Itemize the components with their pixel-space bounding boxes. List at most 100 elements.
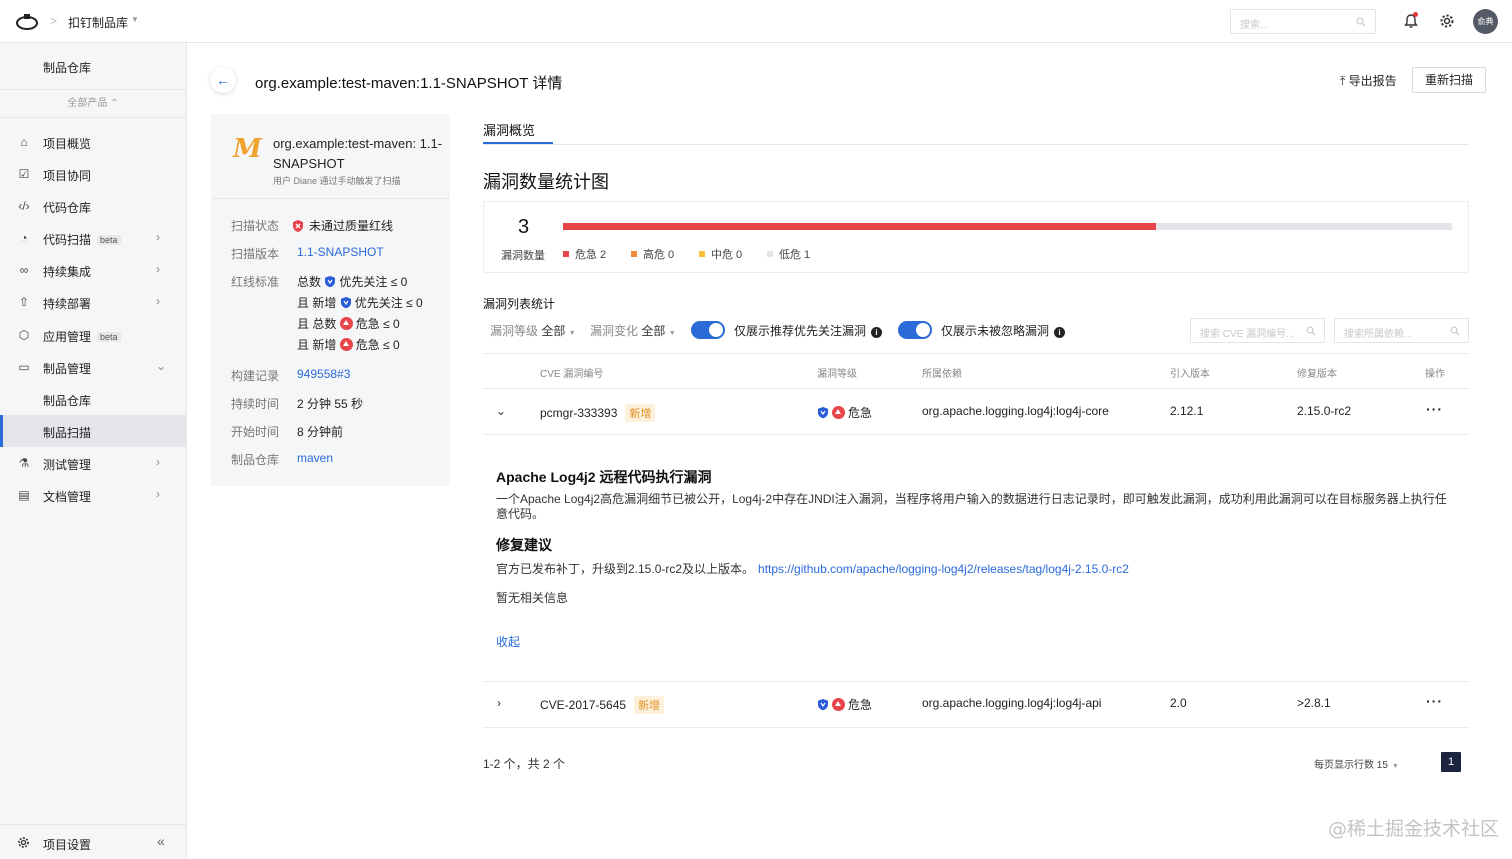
sidebar-item-artifact-scan[interactable]: 制品扫描 <box>0 415 186 447</box>
column-header: 所属依赖 <box>922 369 962 380</box>
fix-link[interactable]: https://github.com/apache/logging-log4j2… <box>758 562 1129 576</box>
chevron-right-icon[interactable]: › <box>497 696 501 710</box>
code-icon: ‹/› <box>18 199 30 213</box>
sidebar-item-label: 代码仓库 <box>43 201 92 215</box>
chevron-down-icon: ▼ <box>568 330 576 337</box>
doc-icon: ▤ <box>18 488 30 502</box>
upload-icon: ⤒ <box>1340 74 1349 88</box>
back-button[interactable]: ← <box>210 67 236 93</box>
artifact-name: org.example:test-maven: 1.1-SNAPSHOT <box>273 136 443 171</box>
sidebar-item-label: 持续部署 <box>43 297 92 311</box>
page-size-select[interactable]: 每页显示行数 15 ▼ <box>1314 756 1399 771</box>
level-filter-dropdown[interactable]: 漏洞等级 全部 ▼ <box>490 322 576 339</box>
rescan-button[interactable]: 重新扫描 <box>1412 67 1486 93</box>
project-title[interactable]: 扣钉制品库 <box>68 14 128 31</box>
sidebar-item-label: 制品仓库 <box>43 394 92 408</box>
sidebar-item-app-mgmt[interactable]: ⬡ 应用管理 beta <box>0 319 186 351</box>
scan-version-link[interactable]: 1.1-SNAPSHOT <box>297 245 384 259</box>
sidebar-item-cd[interactable]: ⇧ 持续部署 › <box>0 286 186 318</box>
legend-medium: 中危 0 <box>699 246 742 262</box>
column-header: 修复版本 <box>1297 369 1337 380</box>
row-divider <box>483 727 1469 728</box>
priority-only-label: 仅展示推荐优先关注漏洞 i <box>734 322 883 339</box>
sidebar-item-label: 代码扫描 beta <box>43 231 121 248</box>
collapse-link[interactable]: 收起 <box>496 633 520 650</box>
page-button[interactable]: 1 <box>1441 752 1461 772</box>
sidebar-item-label: 应用管理 beta <box>43 328 121 345</box>
sidebar-item-project-overview[interactable]: ⌂ 项目概览 <box>0 126 186 158</box>
tab-vuln-overview[interactable]: 漏洞概览 <box>483 120 535 139</box>
dependency-search-input[interactable]: 搜索所属依赖... <box>1334 318 1469 343</box>
breadcrumb-separator: > <box>50 14 58 28</box>
priority-shield-icon <box>818 699 828 711</box>
list-title: 漏洞列表统计 <box>483 297 556 311</box>
sidebar-product-header[interactable]: 制品仓库 <box>0 43 186 90</box>
vuln-total: 3 <box>518 216 530 238</box>
sidebar-item-label: 持续集成 <box>43 265 92 279</box>
stats-title: 漏洞数量统计图 <box>483 172 609 192</box>
redline-rule: 总数 优先关注 ≤ 0 <box>297 275 408 289</box>
fix-suggestion-text: 官方已发布补丁，升级到2.15.0-rc2及以上版本。 https://githu… <box>496 562 1129 576</box>
scan-status-value: 未通过质量红线 <box>291 217 393 234</box>
sidebar-item-ci[interactable]: ∞ 持续集成 › <box>0 254 186 286</box>
sidebar-item-label: 制品扫描 <box>43 426 92 440</box>
fix-suggestion-title: 修复建议 <box>496 537 552 553</box>
repo-link[interactable]: maven <box>297 451 333 465</box>
table-top-line <box>483 353 1469 354</box>
legend-swatch <box>767 251 773 257</box>
more-actions-icon[interactable]: ··· <box>1426 693 1443 709</box>
search-placeholder: 搜索... <box>1240 20 1269 31</box>
collapse-sidebar-icon[interactable]: « <box>157 833 165 849</box>
priority-shield-icon <box>340 297 351 309</box>
sidebar-item-project-collab[interactable]: ☑ 项目协同 <box>0 158 186 190</box>
priority-only-toggle[interactable] <box>691 321 725 339</box>
sidebar-item-test-mgmt[interactable]: ⚗ 测试管理 › <box>0 447 186 479</box>
pagination-summary: 1-2 个，共 2 个 <box>483 757 566 771</box>
fix-version-cell: 2.15.0-rc2 <box>1297 404 1352 418</box>
cve-search-input[interactable]: 搜索 CVE 漏洞编号... <box>1190 318 1325 343</box>
legend-swatch <box>631 251 637 257</box>
vuln-detail-text: 一个Apache Log4j2高危漏洞细节已被公开，Log4j-2中存在JNDI… <box>496 492 1447 521</box>
no-related-info: 暂无相关信息 <box>496 591 569 605</box>
redline-label: 红线标准 <box>231 275 280 289</box>
sidebar-item-artifact-mgmt[interactable]: ▭ 制品管理 ⌄ <box>0 351 186 383</box>
all-products-toggle[interactable]: 全部产品 ⌃ <box>0 91 186 118</box>
row-divider <box>483 681 1469 682</box>
legend-low: 低危 1 <box>767 246 810 262</box>
maven-logo-icon: M <box>233 134 262 164</box>
build-record-link[interactable]: 949558#3 <box>297 367 350 381</box>
chevron-down-icon: ▼ <box>1391 763 1399 770</box>
sidebar-product-title: 制品仓库 <box>43 61 92 75</box>
sidebar-item-code-scan[interactable]: ◔ 代码扫描 beta › <box>0 222 186 254</box>
unignored-only-toggle[interactable] <box>898 321 932 339</box>
vuln-total-label: 漏洞数量 <box>501 250 545 262</box>
avatar[interactable]: 俞典 <box>1473 9 1498 34</box>
sidebar-item-code-repo[interactable]: ‹/› 代码仓库 <box>0 190 186 222</box>
app-logo-icon[interactable] <box>16 12 38 30</box>
export-report-button[interactable]: ⤒ 导出报告 <box>1340 72 1397 89</box>
new-badge: 新增 <box>634 696 665 714</box>
info-icon[interactable]: i <box>871 327 883 338</box>
change-filter-dropdown[interactable]: 漏洞变化 全部 ▼ <box>590 322 676 339</box>
sidebar-item-doc-mgmt[interactable]: ▤ 文档管理 › <box>0 479 186 511</box>
sidebar-item-artifact-repo[interactable]: 制品仓库 <box>0 383 186 415</box>
project-settings-link[interactable]: 项目设置 <box>43 836 91 853</box>
hexagon-icon: ⬡ <box>18 328 30 342</box>
legend-high: 高危 0 <box>631 246 674 262</box>
redline-rule: 且 新增 危急 ≤ 0 <box>297 338 400 352</box>
critical-icon <box>832 406 845 419</box>
global-search-input[interactable]: 搜索... <box>1230 9 1376 34</box>
row-divider <box>483 434 1469 435</box>
column-header: 引入版本 <box>1170 369 1210 380</box>
info-icon[interactable]: i <box>1054 327 1066 338</box>
severity-bar <box>563 223 1452 230</box>
arrow-left-icon: ← <box>216 72 230 88</box>
chevron-down-icon[interactable]: ▼ <box>131 15 139 24</box>
chevron-down-icon[interactable]: ⌄ <box>496 404 506 418</box>
box-icon: ▭ <box>18 360 30 374</box>
gear-icon[interactable] <box>1439 13 1455 29</box>
chevron-right-icon: › <box>156 294 160 308</box>
sidebar: 制品仓库 全部产品 ⌃ ⌂ 项目概览 ☑ 项目协同 ‹/› 代码仓库 ◔ 代码扫描 bet… <box>0 43 187 859</box>
redline-rule: 且 总数 危急 ≤ 0 <box>297 317 400 331</box>
more-actions-icon[interactable]: ··· <box>1426 401 1443 417</box>
